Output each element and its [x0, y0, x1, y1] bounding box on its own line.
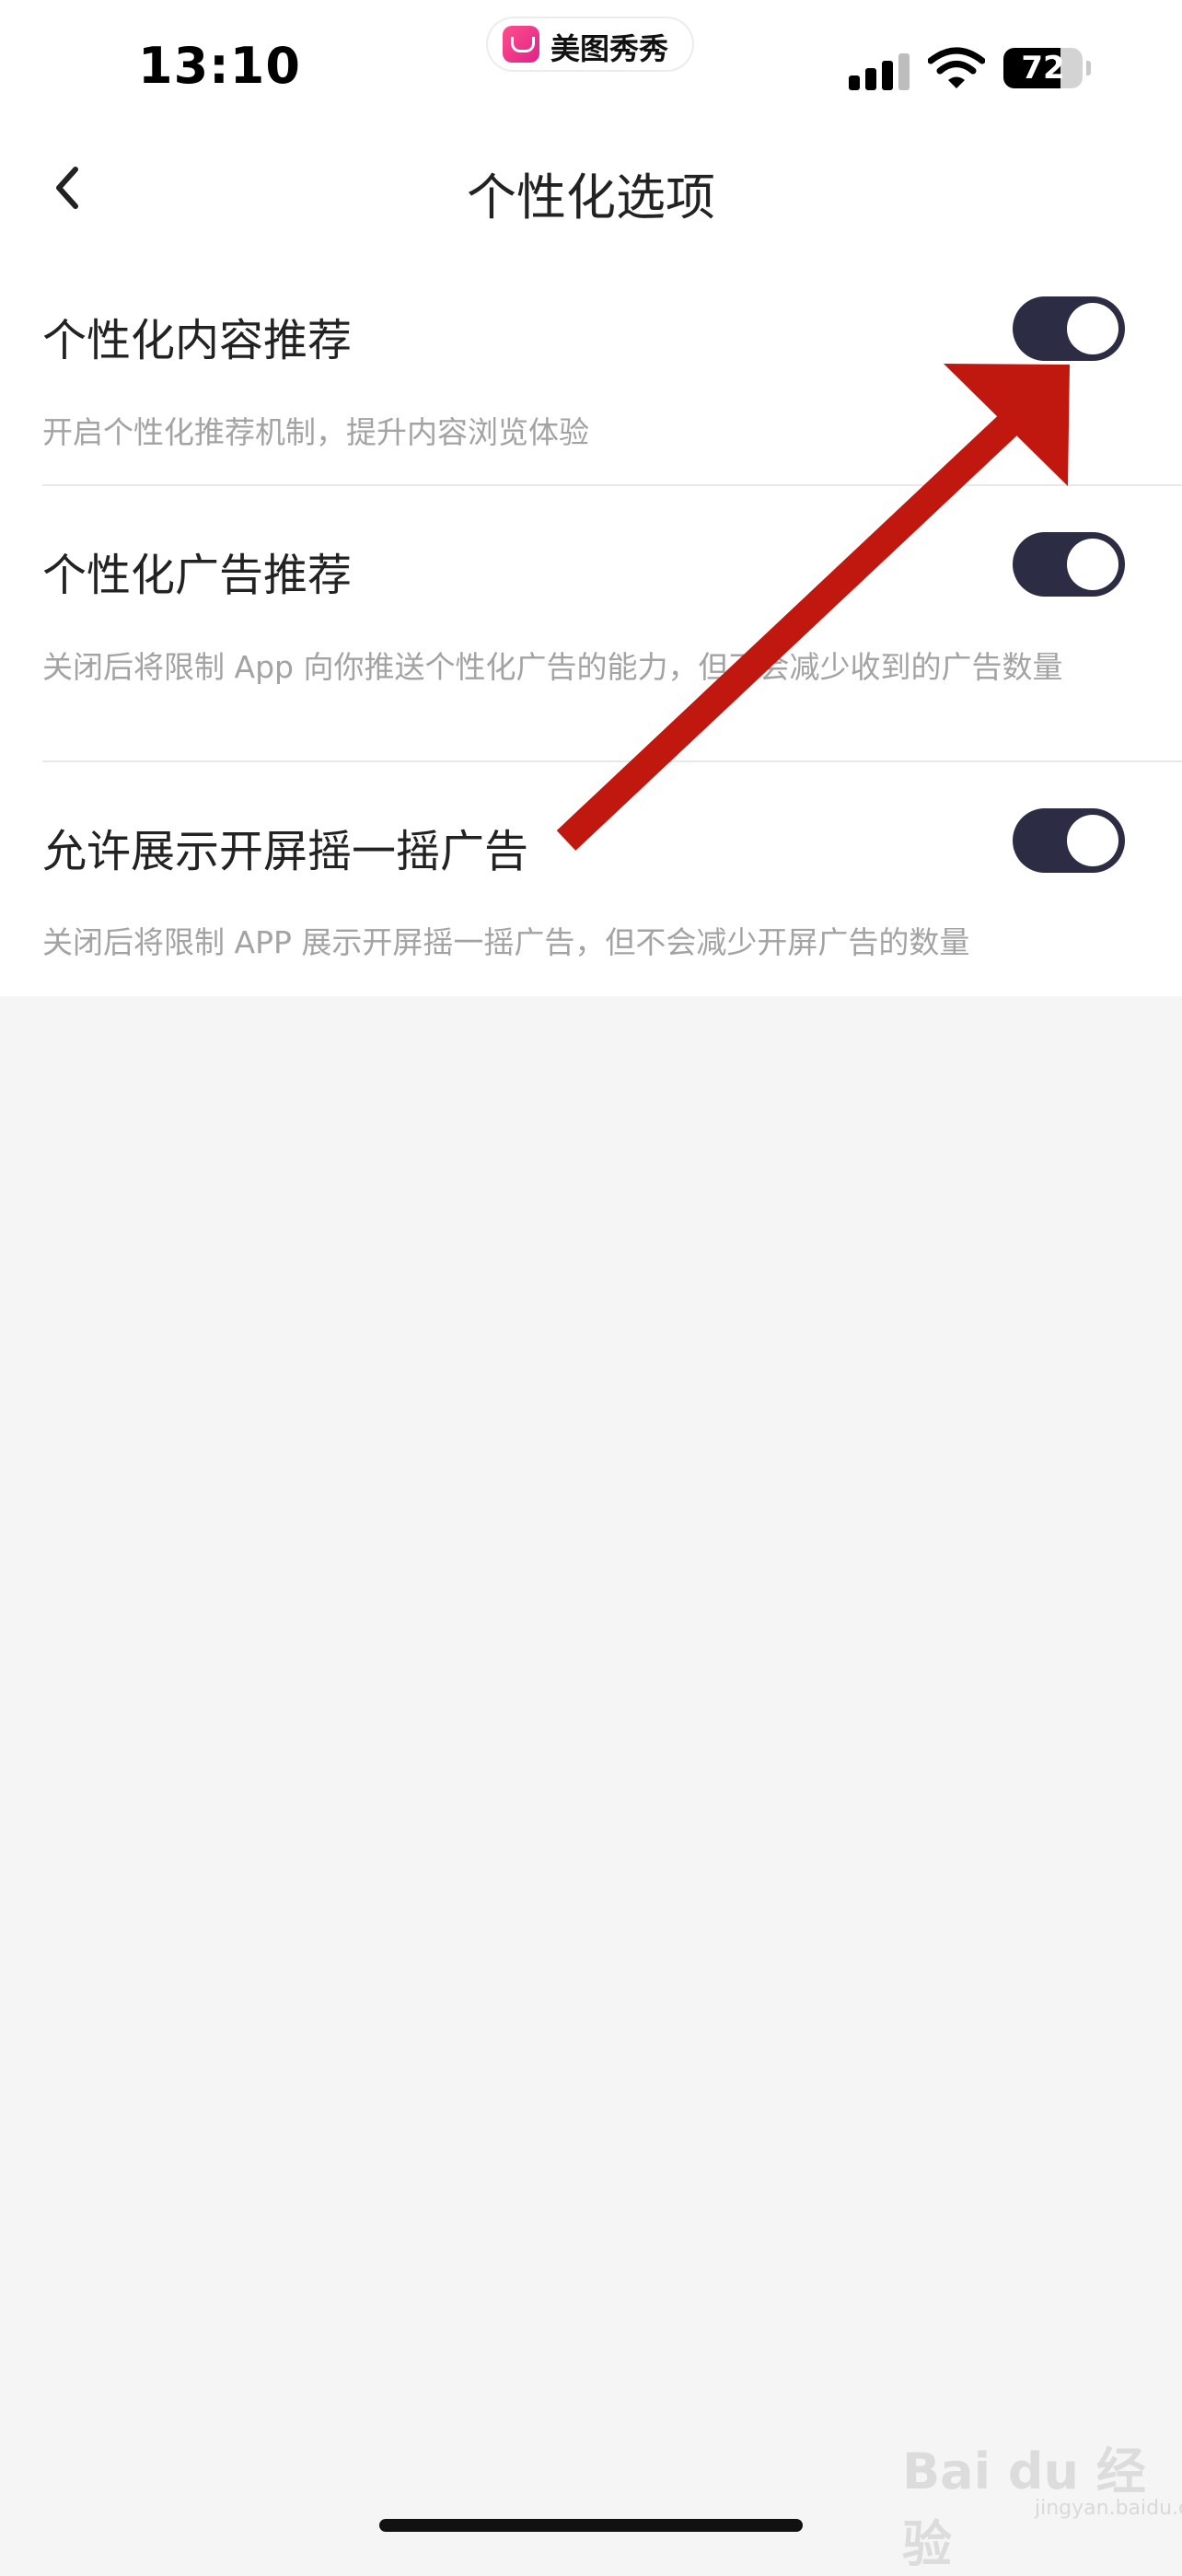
baidu-jingyan-watermark-url: jingyan.baidu.com: [1035, 2497, 1182, 2520]
meitu-app-icon: [503, 26, 539, 63]
setting-title: 个性化内容推荐: [42, 315, 353, 366]
battery-tip: [1086, 61, 1091, 75]
signal-icon: [849, 50, 910, 90]
setting-title: 个性化广告推荐: [42, 550, 353, 601]
toggle-personalized-content[interactable]: [1013, 296, 1125, 361]
toggle-knob: [1067, 303, 1118, 354]
battery-icon: 72: [1003, 48, 1083, 88]
toggle-knob: [1067, 815, 1118, 866]
toggle-personalized-ads[interactable]: [1013, 532, 1125, 597]
setting-description: 开启个性化推荐机制，提升内容浏览体验: [42, 414, 589, 450]
status-time: 13:10: [138, 37, 301, 95]
app-indicator-label: 美图秀秀: [550, 31, 669, 66]
battery-level: 72: [1021, 50, 1065, 87]
setting-description: 关闭后将限制 APP 展示开屏摇一摇广告，但不会减少开屏广告的数量: [42, 924, 970, 960]
wifi-icon: [928, 47, 985, 88]
divider: [42, 760, 1182, 762]
setting-description: 关闭后将限制 App 向你推送个性化广告的能力，但不会减少收到的广告数量: [42, 649, 1063, 685]
divider: [42, 484, 1182, 486]
toggle-shake-ads[interactable]: [1013, 808, 1125, 873]
setting-title: 允许展示开屏摇一摇广告: [42, 826, 529, 877]
toggle-knob: [1067, 539, 1118, 590]
app-indicator-pill[interactable]: 美图秀秀: [488, 18, 692, 70]
home-indicator[interactable]: [379, 2519, 803, 2532]
page-title: 个性化选项: [467, 168, 715, 226]
